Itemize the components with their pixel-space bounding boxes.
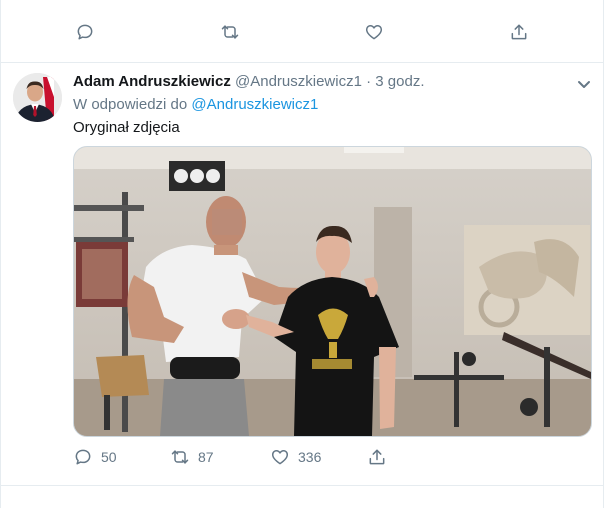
retweet-icon [171, 450, 189, 464]
avatar[interactable] [13, 73, 62, 122]
retweet-count: 87 [198, 449, 214, 465]
share-button[interactable] [367, 447, 387, 467]
tweet[interactable]: Adam Andruszkiewicz @Andruszkiewicz1 · 3… [1, 63, 603, 486]
author-name[interactable]: Adam Andruszkiewicz [73, 73, 231, 90]
tweet-actions: 50 87 336 [73, 447, 593, 471]
like-count: 336 [298, 449, 322, 465]
reply-icon [77, 24, 93, 40]
previous-tweet-actions [1, 0, 603, 63]
tweet-header: Adam Andruszkiewicz @Andruszkiewicz1 · 3… [73, 73, 425, 90]
reply-count: 50 [101, 449, 117, 465]
retweet-button[interactable] [220, 22, 240, 42]
tweet-timestamp[interactable]: 3 godz. [375, 73, 424, 90]
retweet-button[interactable]: 87 [170, 447, 214, 467]
like-icon [365, 25, 383, 40]
separator: · [366, 73, 372, 90]
reply-context: W odpowiedzi do @Andruszkiewicz1 [73, 96, 318, 113]
reply-button[interactable] [75, 22, 95, 42]
reply-icon [75, 449, 91, 465]
author-handle[interactable]: @Andruszkiewicz1 [235, 73, 362, 90]
like-button[interactable]: 336 [270, 447, 321, 467]
like-button[interactable] [364, 22, 384, 42]
share-button[interactable] [509, 22, 529, 42]
share-icon [369, 449, 385, 465]
tweet-text: Oryginał zdjęcia [73, 119, 180, 136]
tweet-photo[interactable] [73, 146, 592, 437]
chevron-down-icon [578, 81, 590, 88]
retweet-icon [221, 25, 239, 39]
share-icon [511, 24, 527, 40]
reply-button[interactable]: 50 [73, 447, 117, 467]
reply-prefix: W odpowiedzi do [73, 96, 188, 113]
reply-mention-link[interactable]: @Andruszkiewicz1 [191, 96, 318, 113]
timeline-column: Adam Andruszkiewicz @Andruszkiewicz1 · 3… [0, 0, 604, 508]
like-icon [271, 450, 289, 465]
more-options-button[interactable] [576, 76, 592, 92]
